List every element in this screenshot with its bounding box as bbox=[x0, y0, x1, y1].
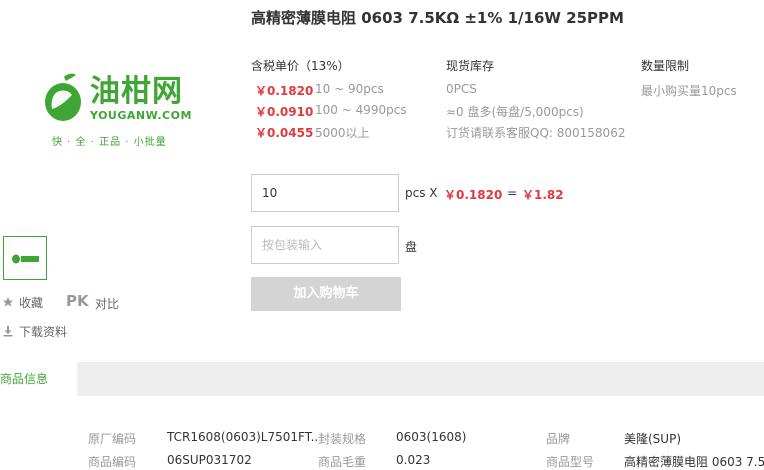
tab-product-info-label: 商品信息 bbox=[0, 372, 49, 386]
stock-contact: 订货请联系客服QQ: 800158062 bbox=[446, 126, 626, 140]
param-label: 商品毛重 bbox=[318, 455, 367, 469]
qty-unit: pcs X bbox=[405, 186, 438, 200]
tier-price: ￥0.1820 bbox=[255, 84, 314, 98]
stock-qty: 0PCS bbox=[446, 82, 477, 96]
min-purchase: 最小购买量10pcs bbox=[641, 84, 737, 98]
package-input[interactable] bbox=[251, 226, 399, 264]
product-thumbnail[interactable] bbox=[3, 236, 47, 280]
site-logo[interactable]: 油柑网 YOUGANW.COM 快 · 全 · 正品 · 小批量 bbox=[42, 73, 192, 153]
logo-text-en: YOUGANW.COM bbox=[90, 109, 192, 122]
compare-label: 对比 bbox=[95, 297, 120, 311]
tab-bar bbox=[0, 362, 764, 396]
stock-reels: ≈0 盘多(每盘/5,000pcs) bbox=[446, 105, 584, 119]
package-unit: 盘 bbox=[405, 240, 418, 254]
calc-equals: = bbox=[507, 186, 518, 200]
star-icon bbox=[3, 297, 13, 307]
logo-text-cn: 油柑网 bbox=[90, 74, 183, 109]
favorite-label: 收藏 bbox=[19, 296, 44, 310]
limit-header: 数量限制 bbox=[641, 59, 690, 73]
tier-price: ￥0.0910 bbox=[255, 105, 314, 119]
tier-price: ￥0.0455 bbox=[255, 126, 314, 140]
add-to-cart-button[interactable]: 加入购物车 bbox=[251, 277, 401, 311]
param-label: 商品型号 bbox=[546, 455, 595, 469]
price-header: 含税单价（13%） bbox=[251, 59, 350, 73]
thumbnail-logo-icon bbox=[12, 254, 39, 264]
stock-header: 现货库存 bbox=[446, 59, 495, 73]
tier-range: 10 ~ 90pcs bbox=[315, 82, 384, 96]
param-label: 商品编码 bbox=[88, 455, 137, 469]
param-value: 美隆(SUP) bbox=[624, 432, 682, 446]
param-value: TCR1608(0603)L7501FT... bbox=[167, 430, 317, 444]
logo-slogan: 快 · 全 · 正品 · 小批量 bbox=[52, 137, 167, 148]
download-label: 下载资料 bbox=[19, 325, 68, 339]
calc-unit-price: ￥0.1820 bbox=[444, 188, 503, 202]
param-value: 0603(1608) bbox=[396, 430, 467, 444]
orange-fruit-icon bbox=[45, 73, 81, 121]
download-icon bbox=[3, 326, 13, 337]
param-label: 封装规格 bbox=[318, 432, 367, 446]
param-label: 品牌 bbox=[546, 432, 571, 446]
calc-total: ￥1.82 bbox=[522, 188, 564, 202]
product-title: 高精密薄膜电阻 0603 7.5KΩ ±1% 1/16W 25PPM bbox=[251, 9, 624, 27]
param-value: 0.023 bbox=[396, 453, 431, 467]
quantity-input[interactable] bbox=[251, 174, 399, 212]
param-value: 高精密薄膜电阻 0603 7.5... bbox=[624, 455, 764, 469]
param-label: 原厂编码 bbox=[88, 432, 137, 446]
tier-range: 5000以上 bbox=[315, 126, 370, 140]
pk-badge: PK bbox=[66, 292, 89, 310]
param-value: 06SUP031702 bbox=[167, 453, 252, 467]
tier-range: 100 ~ 4990pcs bbox=[315, 103, 407, 117]
